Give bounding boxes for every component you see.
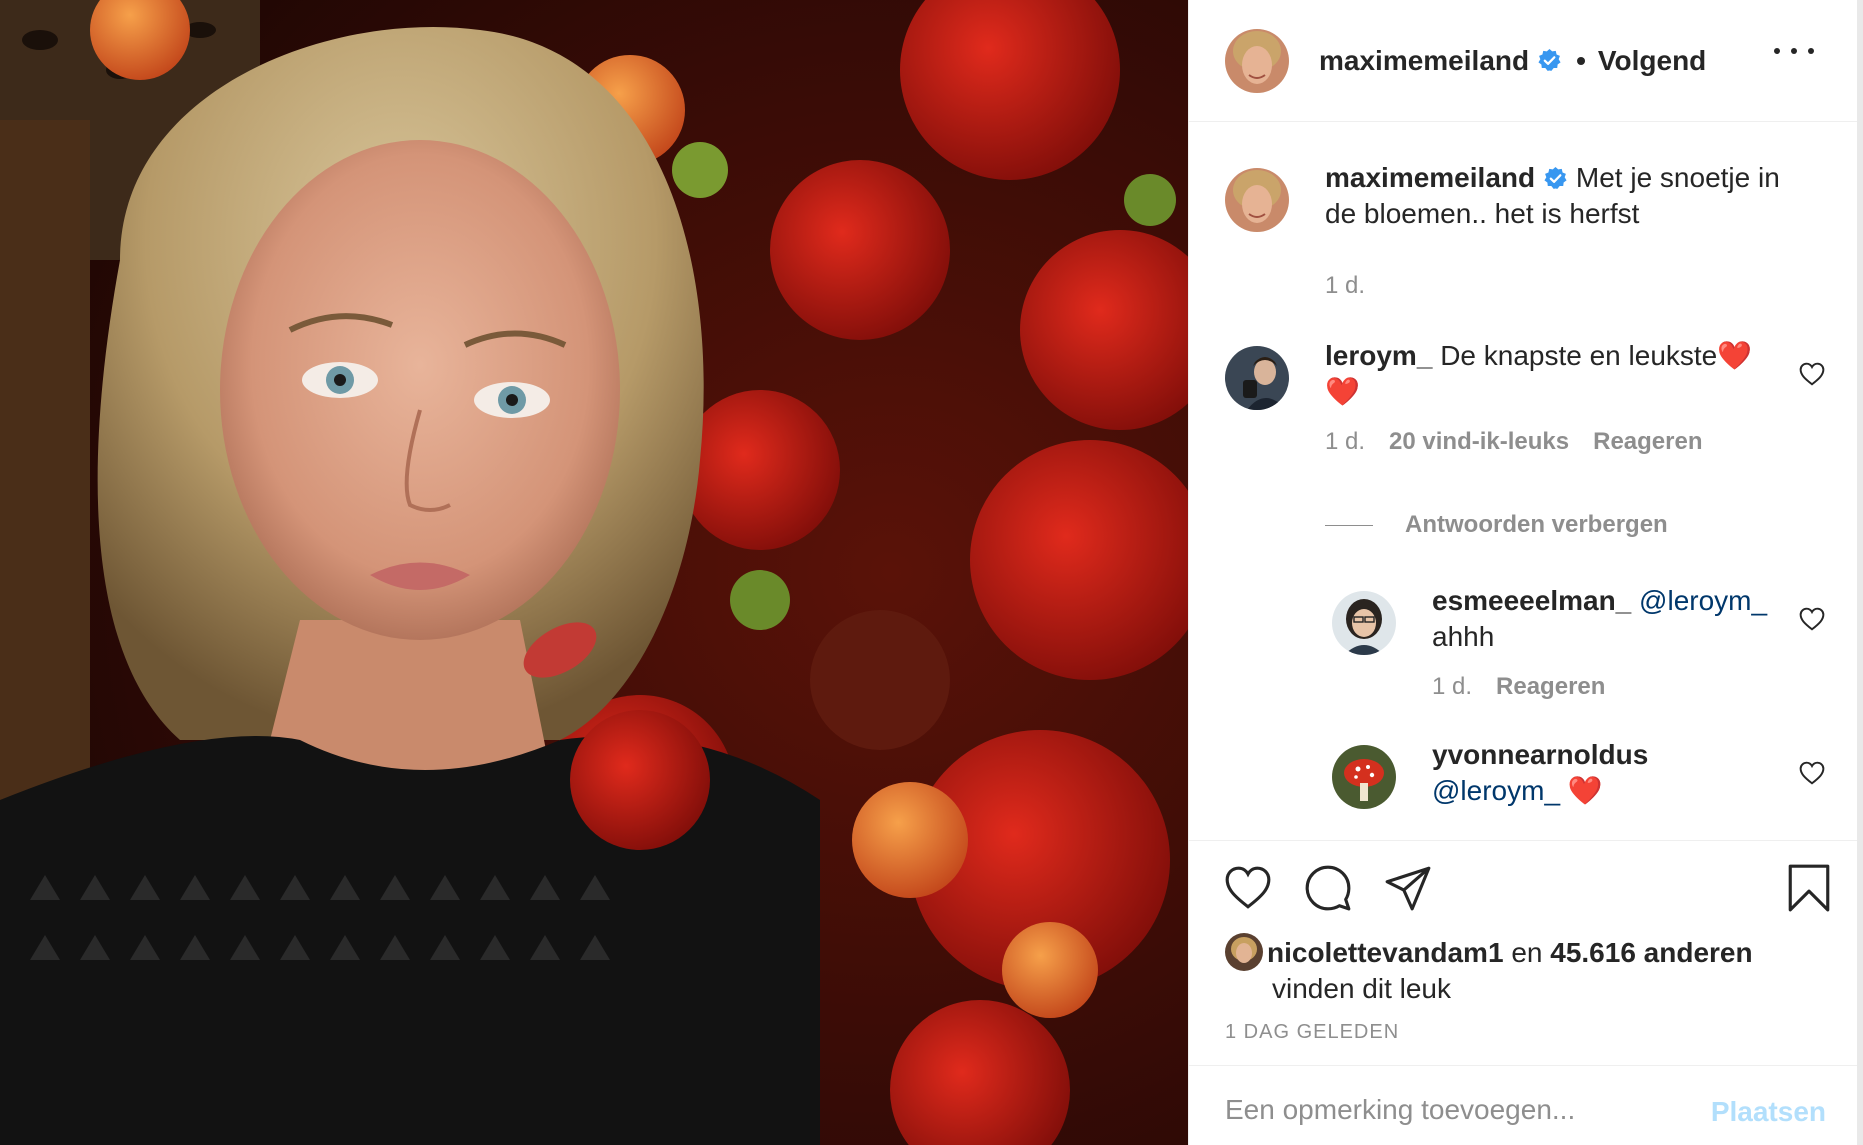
comments-list[interactable]: maximemeiland Met je snoetje in de bloem… (1189, 123, 1858, 840)
comment-input[interactable] (1225, 1088, 1695, 1132)
caption: maximemeiland Met je snoetje in de bloem… (1225, 162, 1835, 300)
reply-author-avatar[interactable] (1332, 745, 1396, 809)
reply-time[interactable]: 1 d. (1432, 673, 1472, 701)
hide-replies-button[interactable]: Antwoorden verbergen (1325, 511, 1668, 539)
like-reply-heart-icon[interactable] (1799, 761, 1825, 785)
heart-emoji: ❤️ (1325, 376, 1360, 407)
comment-body: leroym_ De knapste en leukste❤️ ❤️ (1325, 338, 1795, 410)
reply-text: ahhh (1432, 621, 1495, 652)
post-image (0, 0, 1188, 1145)
post-header: maximemeiland • Volgend (1189, 0, 1858, 122)
hide-replies-label: Antwoorden verbergen (1405, 511, 1668, 538)
reply: esmeeeelman_ @leroym_ ahhh 1 d. Reageren (1225, 585, 1835, 711)
add-comment-bar: Plaatsen (1189, 1065, 1858, 1145)
likes-others-count[interactable]: 45.616 anderen (1550, 937, 1752, 968)
reply-body: yvonnearnoldus @leroym_ ❤️ (1432, 737, 1795, 809)
reply-author-avatar[interactable] (1332, 591, 1396, 655)
follow-status-button[interactable]: Volgend (1598, 45, 1706, 77)
post-photo[interactable] (0, 0, 1188, 1145)
caption-meta: 1 d. (1325, 272, 1365, 300)
likes-connector: en (1511, 937, 1543, 968)
heart-icon[interactable] (1223, 863, 1273, 913)
paper-plane-icon[interactable] (1383, 863, 1433, 913)
more-options-icon[interactable] (1774, 40, 1814, 62)
post-comment-button[interactable]: Plaatsen (1711, 1096, 1826, 1128)
commenter-avatar[interactable] (1225, 346, 1289, 410)
reply-username[interactable]: yvonnearnoldus (1432, 739, 1648, 770)
reply-button[interactable]: Reageren (1593, 428, 1702, 456)
reply: yvonnearnoldus @leroym_ ❤️ (1225, 739, 1835, 835)
liker-avatar[interactable] (1225, 933, 1263, 971)
likes-summary: nicolettevandam1 en 45.616 anderen vinde… (1225, 933, 1825, 1007)
replies-divider (1325, 524, 1373, 526)
post-actions: nicolettevandam1 en 45.616 anderen vinde… (1189, 840, 1858, 1145)
author-username[interactable]: maximemeiland (1319, 45, 1529, 77)
reply-button[interactable]: Reageren (1496, 673, 1605, 701)
verified-badge-icon (1543, 166, 1568, 191)
likes-suffix: vinden dit leuk (1272, 973, 1452, 1004)
like-reply-heart-icon[interactable] (1799, 607, 1825, 631)
heart-emoji: ❤️ (1567, 775, 1603, 806)
reply-mention[interactable]: @leroym_ (1432, 775, 1560, 806)
caption-username[interactable]: maximemeiland (1325, 162, 1535, 193)
verified-badge-icon (1537, 48, 1562, 73)
comment-likes-count[interactable]: 20 vind-ik-leuks (1389, 428, 1569, 456)
heart-emoji: ❤️ (1717, 340, 1753, 371)
author-avatar[interactable] (1225, 28, 1289, 93)
reply-username[interactable]: esmeeeelman_ (1432, 585, 1631, 616)
reply-body: esmeeeelman_ @leroym_ ahhh (1432, 583, 1795, 655)
caption-body: maximemeiland Met je snoetje in de bloem… (1325, 160, 1795, 232)
caption-time[interactable]: 1 d. (1325, 272, 1365, 300)
bookmark-icon[interactable] (1784, 863, 1834, 913)
comment-username[interactable]: leroym_ (1325, 340, 1432, 371)
reply-meta: 1 d. Reageren (1432, 673, 1605, 701)
post-date[interactable]: 1 DAG GELEDEN (1225, 1021, 1399, 1044)
comment-meta: 1 d. 20 vind-ik-leuks Reageren (1325, 428, 1703, 456)
post-details-panel: maximemeiland • Volgend maximemeiland Me… (1188, 0, 1863, 1145)
caption-author-avatar[interactable] (1225, 168, 1289, 232)
reply-mention[interactable]: @leroym_ (1639, 585, 1767, 616)
like-comment-heart-icon[interactable] (1799, 362, 1825, 386)
liker-username[interactable]: nicolettevandam1 (1267, 937, 1504, 968)
comment-time[interactable]: 1 d. (1325, 428, 1365, 456)
comment-text: De knapste en leukste (1440, 340, 1718, 371)
comment-icon[interactable] (1303, 863, 1353, 913)
comment: leroym_ De knapste en leukste❤️ ❤️ 1 d. … (1225, 340, 1835, 486)
header-separator: • (1576, 44, 1586, 76)
window-edge (1857, 0, 1863, 1145)
